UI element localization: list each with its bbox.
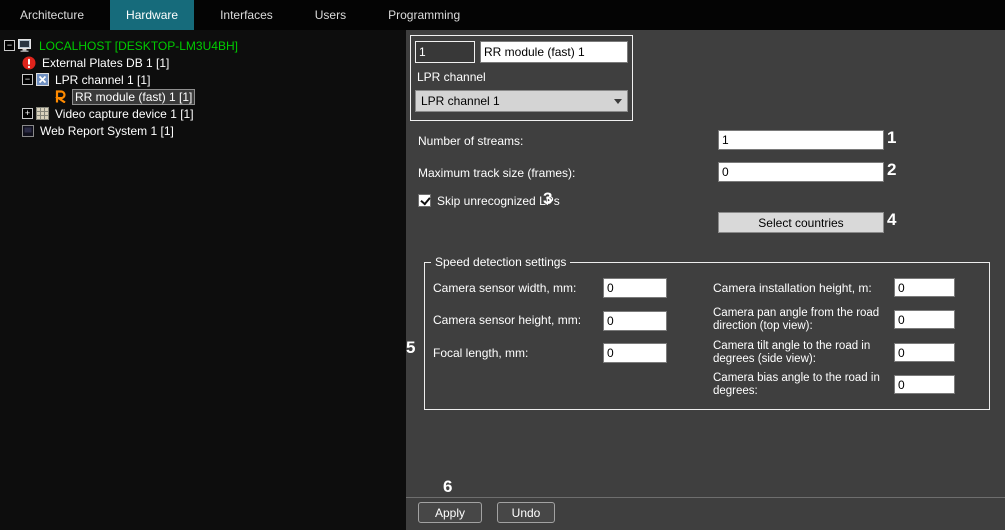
collapse-icon[interactable]: −: [4, 40, 15, 51]
object-identity-group: LPR channel LPR channel 1: [410, 35, 633, 121]
button-bar-divider: [406, 497, 1005, 498]
annotation-2: 2: [887, 160, 896, 180]
tree-item-label: RR module (fast) 1 [1]: [72, 89, 195, 105]
annotation-3: 3: [543, 189, 552, 209]
collapse-icon[interactable]: −: [22, 74, 33, 85]
camera-sensor-width-label: Camera sensor width, mm:: [433, 282, 576, 295]
annotation-6: 6: [443, 477, 452, 497]
tree-item-web-report-system[interactable]: Web Report System 1 [1]: [0, 122, 406, 139]
camera-bias-angle-input[interactable]: [894, 375, 955, 394]
rr-module-settings-panel: LPR channel LPR channel 1 Number of stre…: [406, 30, 1005, 530]
camera-sensor-height-label: Camera sensor height, mm:: [433, 314, 581, 327]
focal-length-input[interactable]: [603, 343, 667, 363]
camera-bias-angle-label: Camera bias angle to the road in degrees…: [713, 372, 893, 398]
skip-unrecognized-checkbox[interactable]: [418, 194, 431, 207]
undo-button[interactable]: Undo: [497, 502, 555, 523]
object-name-input[interactable]: [480, 41, 628, 63]
computer-icon: [18, 39, 33, 52]
top-tab-bar: Architecture Hardware Interfaces Users P…: [0, 0, 1005, 30]
tree-item-label: LPR channel 1 [1]: [53, 72, 152, 88]
apply-button[interactable]: Apply: [418, 502, 482, 523]
tree-item-localhost[interactable]: − LOCALHOST [DESKTOP-LM3U4BH]: [0, 37, 406, 54]
tab-programming[interactable]: Programming: [372, 0, 476, 30]
tree-item-external-plates-db[interactable]: External Plates DB 1 [1]: [0, 54, 406, 71]
number-of-streams-input[interactable]: [718, 130, 884, 150]
tab-hardware[interactable]: Hardware: [110, 0, 194, 30]
tree-item-label: LOCALHOST [DESKTOP-LM3U4BH]: [37, 38, 240, 54]
select-countries-button[interactable]: Select countries: [718, 212, 884, 233]
camera-installation-height-label: Camera installation height, m:: [713, 282, 872, 295]
lpr-channel-selected-value: LPR channel 1: [421, 94, 500, 108]
camera-sensor-width-input[interactable]: [603, 278, 667, 298]
speed-detection-group: Speed detection settings Camera sensor w…: [424, 262, 990, 410]
max-track-size-label: Maximum track size (frames):: [418, 166, 575, 180]
speed-detection-group-title: Speed detection settings: [431, 255, 570, 270]
number-of-streams-label: Number of streams:: [418, 134, 523, 148]
expand-icon[interactable]: +: [22, 108, 33, 119]
tab-architecture[interactable]: Architecture: [4, 0, 100, 30]
camera-tilt-angle-input[interactable]: [894, 343, 955, 362]
tree-item-lpr-channel[interactable]: − LPR channel 1 [1]: [0, 71, 406, 88]
max-track-size-input[interactable]: [718, 162, 884, 182]
tree-item-label: Video capture device 1 [1]: [53, 106, 196, 122]
annotation-1: 1: [887, 128, 896, 148]
camera-installation-height-input[interactable]: [894, 278, 955, 297]
tree-item-video-capture-device[interactable]: + Video capture device 1 [1]: [0, 105, 406, 122]
annotation-5: 5: [406, 338, 415, 358]
tree-item-label: External Plates DB 1 [1]: [40, 55, 171, 71]
chevron-down-icon: [614, 99, 622, 104]
main-area: − LOCALHOST [DESKTOP-LM3U4BH] External P…: [0, 30, 1005, 530]
rr-module-icon: [54, 90, 68, 103]
camera-sensor-height-input[interactable]: [603, 311, 667, 331]
camera-pan-angle-label: Camera pan angle from the road direction…: [713, 307, 893, 333]
focal-length-label: Focal length, mm:: [433, 347, 528, 360]
web-report-icon: [22, 125, 34, 137]
tree-item-label: Web Report System 1 [1]: [38, 123, 176, 139]
video-capture-icon: [36, 107, 49, 120]
device-tree-panel: − LOCALHOST [DESKTOP-LM3U4BH] External P…: [0, 30, 406, 530]
object-id-input[interactable]: [415, 41, 475, 63]
lpr-channel-icon: [36, 73, 49, 86]
alert-icon: [22, 56, 36, 70]
tab-interfaces[interactable]: Interfaces: [204, 0, 289, 30]
camera-tilt-angle-label: Camera tilt angle to the road in degrees…: [713, 340, 893, 366]
lpr-channel-select[interactable]: LPR channel 1: [415, 90, 628, 112]
lpr-channel-label: LPR channel: [417, 70, 486, 84]
annotation-4: 4: [887, 210, 896, 230]
tab-users[interactable]: Users: [299, 0, 362, 30]
camera-pan-angle-input[interactable]: [894, 310, 955, 329]
skip-unrecognized-label: Skip unrecognized LPs: [437, 194, 560, 208]
tree-item-rr-module[interactable]: RR module (fast) 1 [1]: [0, 88, 406, 105]
